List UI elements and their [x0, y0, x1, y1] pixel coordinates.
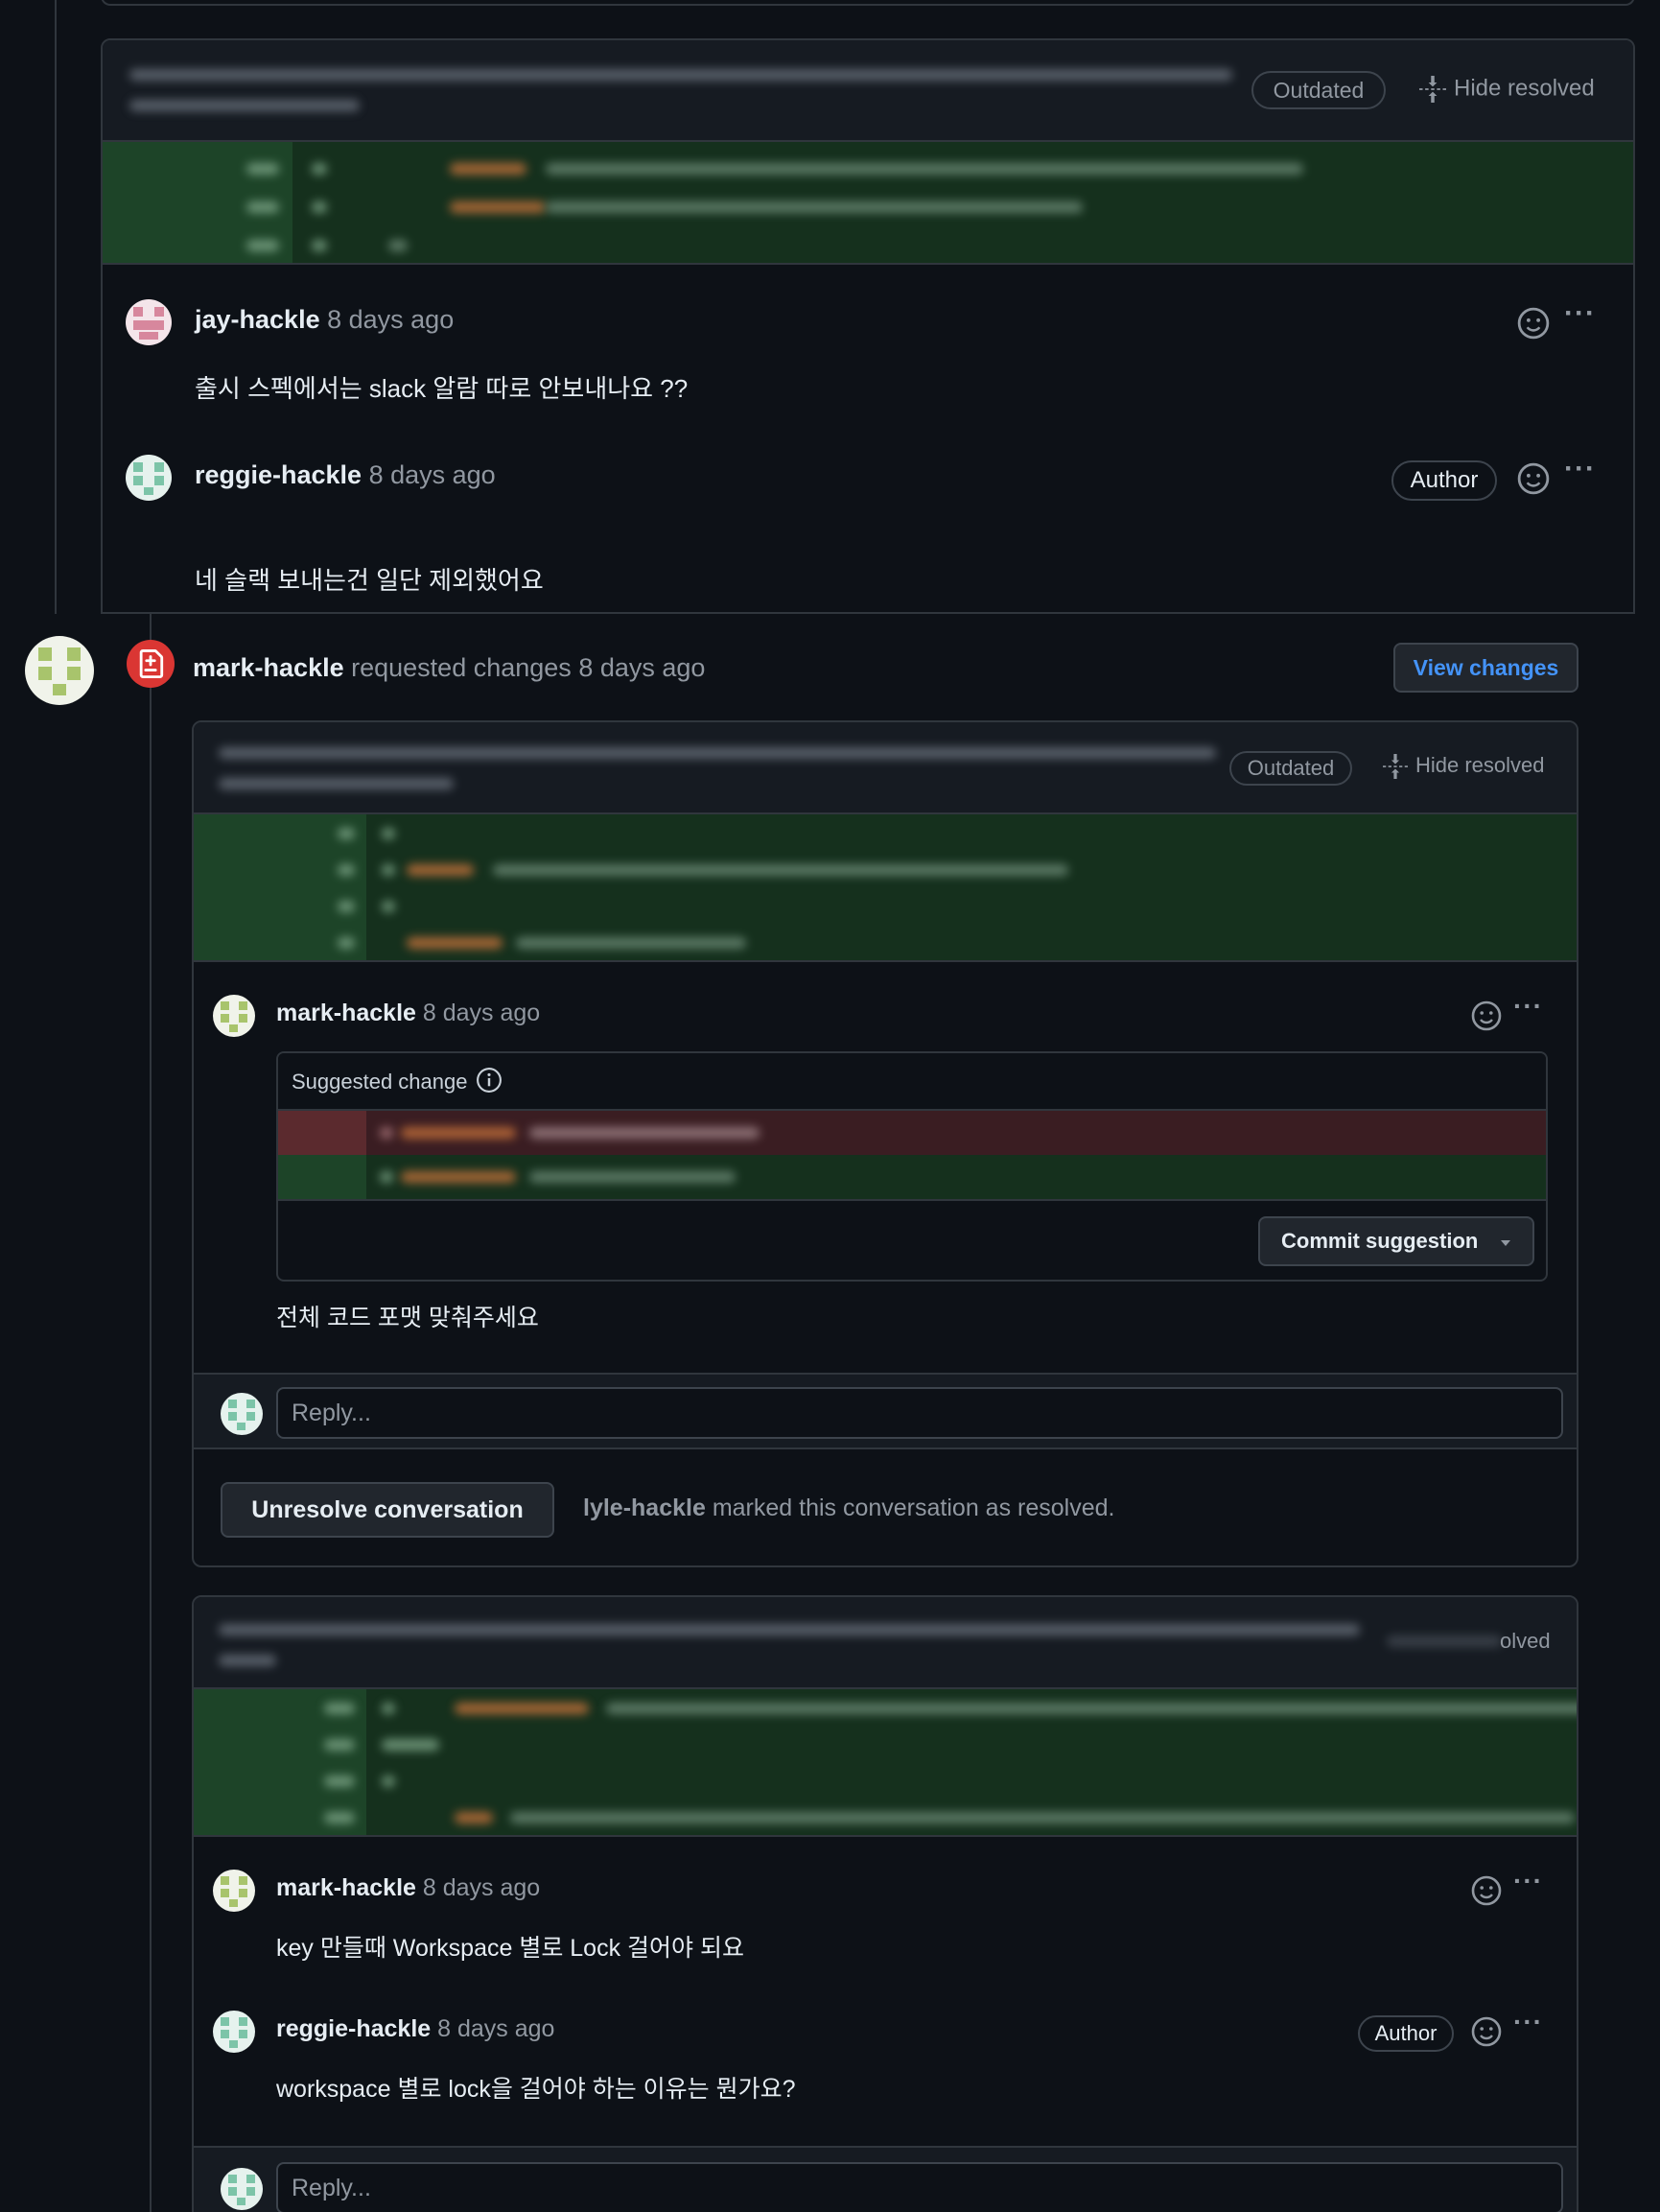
file-path-cont	[129, 100, 360, 111]
avatar[interactable]	[213, 995, 255, 1037]
author-badge: Author	[1358, 2015, 1454, 2052]
review-action: requested changes	[351, 653, 572, 682]
comment-body: 전체 코드 포맷 맞춰주세요	[276, 1305, 539, 1331]
comment-header: reggie-hackle 8 days ago	[276, 2015, 554, 2043]
changes-requested-badge	[127, 640, 175, 688]
review-thread-3: olved mark-hackle 8 days ago ··· key 만들때…	[192, 1595, 1578, 2212]
current-user-avatar	[221, 1393, 263, 1435]
file-diff-icon	[139, 649, 164, 678]
code-snippet	[194, 1689, 1577, 1835]
info-icon[interactable]	[476, 1067, 503, 1094]
commit-suggestion-label: Commit suggestion	[1281, 1229, 1479, 1253]
comment-time[interactable]: 8 days ago	[327, 305, 454, 334]
avatar[interactable]	[126, 299, 172, 345]
code-snippet	[194, 814, 1577, 960]
file-path	[219, 747, 1216, 759]
unresolve-conversation-button[interactable]: Unresolve conversation	[221, 1482, 554, 1538]
review-time[interactable]: 8 days ago	[578, 653, 705, 682]
comment-time[interactable]: 8 days ago	[369, 460, 496, 489]
kebab-horizontal-icon[interactable]: ···	[1564, 453, 1596, 485]
reviewer-avatar[interactable]	[25, 636, 94, 705]
file-header: Outdated Hide resolved	[103, 40, 1633, 142]
fold-icon	[1383, 754, 1408, 780]
view-changes-button[interactable]: View changes	[1393, 643, 1578, 693]
fold-icon	[1419, 76, 1446, 103]
avatar[interactable]	[213, 1870, 255, 1912]
smiley-icon[interactable]	[1471, 1875, 1502, 1911]
suggested-change-header: Suggested change	[278, 1053, 1546, 1111]
review-header: mark-hackle requested changes 8 days ago	[193, 653, 705, 683]
timeline-line-top	[55, 0, 57, 614]
hide-resolved-label: Hide resolved	[1454, 75, 1595, 102]
file-header: Outdated Hide resolved	[194, 722, 1577, 814]
author-name[interactable]: mark-hackle	[276, 1874, 416, 1901]
resolver-name[interactable]: lyle-hackle	[583, 1494, 706, 1521]
code-snippet	[103, 142, 1633, 263]
hide-resolved-button[interactable]: Hide resolved	[1419, 75, 1595, 104]
resolved-note: lyle-hackle marked this conversation as …	[583, 1494, 1114, 1522]
smiley-icon[interactable]	[1517, 307, 1550, 344]
comment-header: mark-hackle 8 days ago	[276, 1874, 540, 1902]
comment-time[interactable]: 8 days ago	[423, 1000, 540, 1026]
previous-card-bottom	[101, 0, 1635, 6]
hide-resolved-label-partial[interactable]: olved	[1500, 1629, 1551, 1654]
comment-time[interactable]: 8 days ago	[423, 1874, 540, 1901]
comment-body: 네 슬랙 보내는건 일단 제외했어요	[195, 566, 544, 595]
file-path-cont	[219, 778, 454, 789]
comment-body: workspace 별로 lock을 걸어야 하는 이유는 뭔가요?	[276, 2076, 796, 2103]
comment-body: 출시 스펙에서는 slack 알람 따로 안보내나요 ??	[195, 374, 689, 403]
comment-header: reggie-hackle 8 days ago	[195, 460, 496, 490]
author-name[interactable]: jay-hackle	[195, 305, 320, 334]
author-name[interactable]: reggie-hackle	[195, 460, 362, 489]
suggested-change-box: Suggested change Commit suggestion	[276, 1051, 1548, 1282]
hide-resolved-label: Hide resolved	[1415, 753, 1545, 777]
author-badge: Author	[1391, 460, 1497, 501]
comment-header: jay-hackle 8 days ago	[195, 305, 454, 335]
author-name[interactable]: mark-hackle	[276, 1000, 416, 1026]
resolved-text: marked this conversation as resolved.	[712, 1494, 1115, 1521]
hide-resolved-button[interactable]: Hide resolved	[1383, 753, 1545, 780]
current-user-avatar	[221, 2168, 263, 2210]
smiley-icon[interactable]	[1517, 462, 1550, 500]
smiley-icon[interactable]	[1471, 1000, 1502, 1036]
kebab-horizontal-icon[interactable]: ···	[1564, 297, 1596, 330]
comment-header: mark-hackle 8 days ago	[276, 1000, 540, 1027]
comment-time[interactable]: 8 days ago	[437, 2015, 554, 2042]
outdated-badge: Outdated	[1251, 71, 1386, 109]
kebab-horizontal-icon[interactable]: ···	[1513, 2007, 1543, 2037]
file-path	[129, 69, 1232, 81]
timeline-line-main	[150, 614, 152, 2212]
file-path-cont	[219, 1655, 276, 1666]
smiley-icon[interactable]	[1471, 2016, 1502, 2052]
author-name[interactable]: reggie-hackle	[276, 2015, 431, 2042]
reply-input[interactable]: Reply...	[276, 1387, 1563, 1439]
file-header: olved	[194, 1597, 1577, 1689]
triangle-down-icon	[1501, 1240, 1510, 1246]
suggested-change-label: Suggested change	[292, 1070, 468, 1094]
kebab-horizontal-icon[interactable]: ···	[1513, 991, 1543, 1022]
reviewer-name[interactable]: mark-hackle	[193, 653, 344, 682]
file-path	[219, 1624, 1360, 1635]
deletion-line	[278, 1111, 1546, 1155]
addition-line	[278, 1155, 1546, 1199]
kebab-horizontal-icon[interactable]: ···	[1513, 1866, 1543, 1896]
avatar[interactable]	[213, 2011, 255, 2053]
review-thread-2: Outdated Hide resolved mark-hackle 8 day…	[192, 720, 1578, 1567]
commit-suggestion-button[interactable]: Commit suggestion	[1258, 1216, 1534, 1266]
comment-body: key 만들때 Workspace 별로 Lock 걸어야 되요	[276, 1935, 744, 1962]
outdated-badge: Outdated	[1229, 751, 1352, 786]
review-thread-1: Outdated Hide resolved jay-hackle 8 days…	[101, 38, 1635, 614]
avatar[interactable]	[126, 455, 172, 501]
reply-input[interactable]: Reply...	[276, 2162, 1563, 2212]
